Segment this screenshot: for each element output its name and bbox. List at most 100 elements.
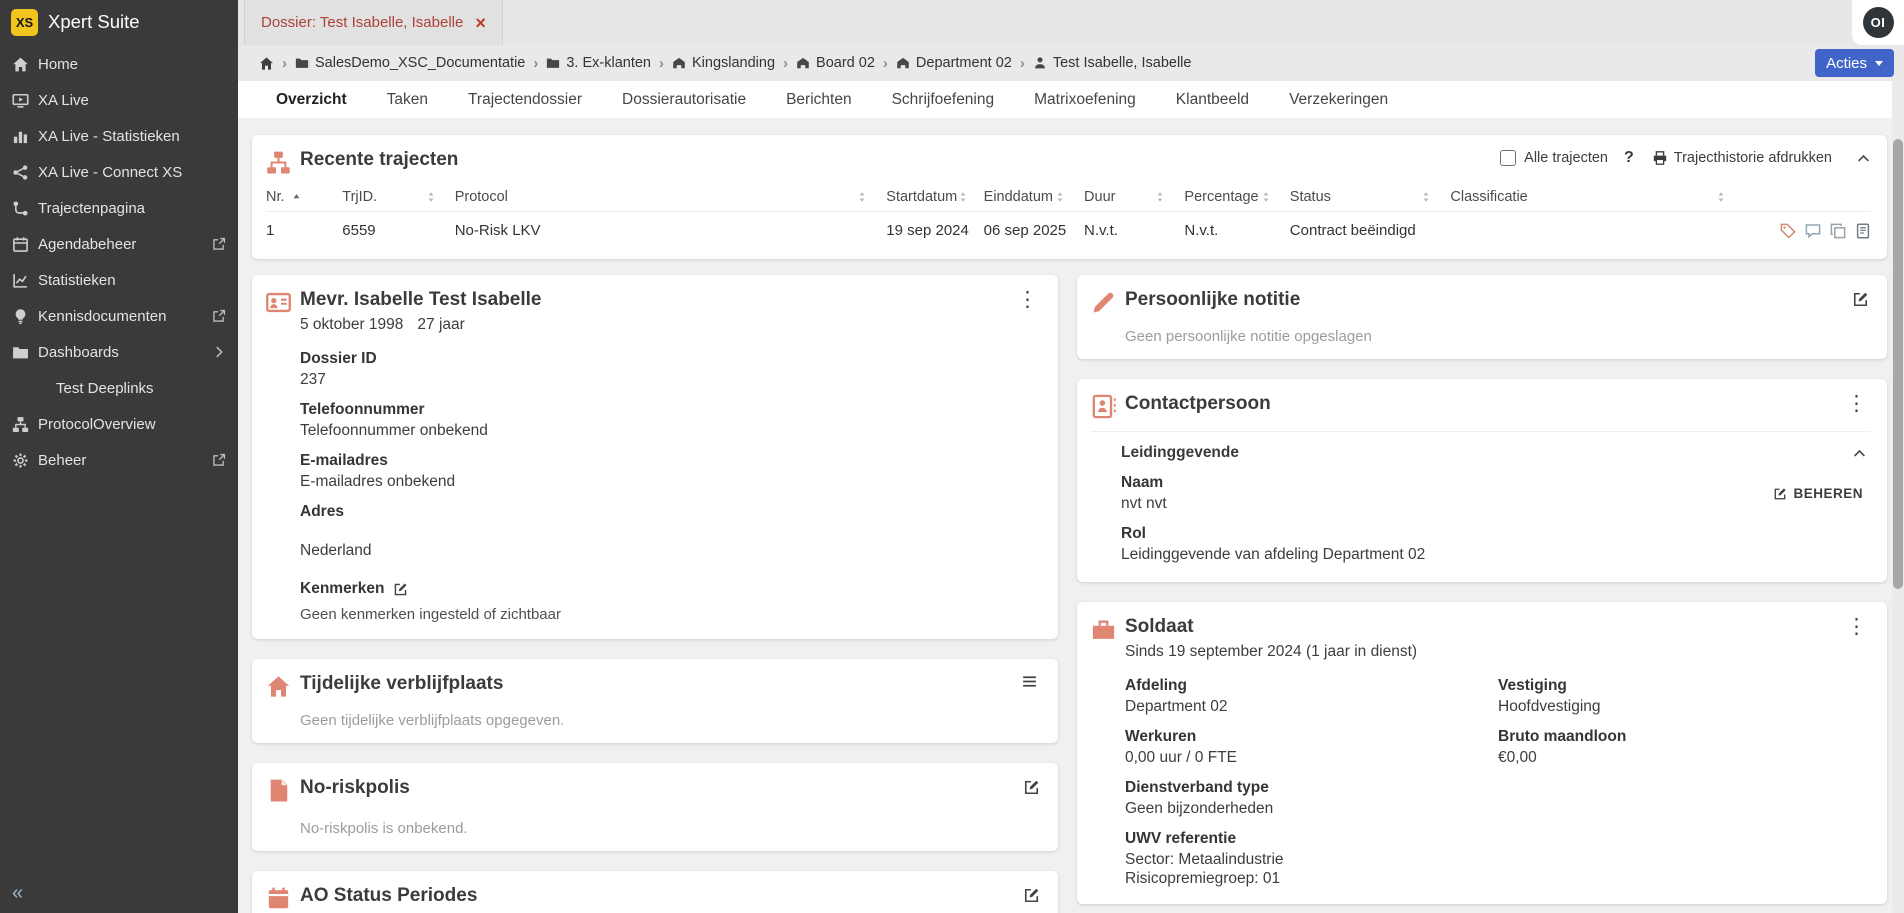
- column-header[interactable]: Classificatie: [1450, 183, 1746, 212]
- sidebar-item-xa-live[interactable]: XA Live: [0, 82, 238, 118]
- breadcrumb-item[interactable]: SalesDemo_XSC_Documentatie: [295, 55, 525, 71]
- tab-matrixoefening[interactable]: Matrixoefening: [1014, 81, 1156, 118]
- tab-trajectendossier[interactable]: Trajectendossier: [448, 81, 602, 118]
- content: Recente trajecten Alle trajecten ? Traje…: [238, 118, 1904, 913]
- column-header[interactable]: Duur: [1084, 183, 1185, 212]
- breadcrumb-item[interactable]: Department 02: [896, 55, 1012, 71]
- column-header[interactable]: Einddatum: [983, 183, 1085, 212]
- avatar[interactable]: OI: [1862, 7, 1894, 38]
- field-label: Werkuren: [1125, 728, 1197, 745]
- sort-icon: [1715, 191, 1727, 203]
- kebab-menu-button[interactable]: ⋮: [1842, 393, 1871, 414]
- house-icon: [266, 674, 291, 699]
- cell-nr: 1: [266, 222, 275, 239]
- column-header-actions: [1745, 183, 1871, 212]
- printer-icon: [1652, 150, 1668, 166]
- sidebar-item-kennisdocumenten[interactable]: Kennisdocumenten: [0, 298, 238, 334]
- external-link-icon: [212, 309, 226, 323]
- card-title: AO Status Periodes: [300, 885, 478, 906]
- sidebar-item-xa-live-connect-xs[interactable]: XA Live - Connect XS: [0, 154, 238, 190]
- tab-berichten[interactable]: Berichten: [766, 81, 871, 118]
- sidebar-item-agendabeheer[interactable]: Agendabeheer: [0, 226, 238, 262]
- tab-schrijfoefening[interactable]: Schrijfoefening: [872, 81, 1015, 118]
- org-chart-icon: [266, 150, 291, 175]
- folder-icon: [546, 56, 560, 70]
- sidebar-item-trajectenpagina[interactable]: Trajectenpagina: [0, 190, 238, 226]
- scrollbar-thumb[interactable]: [1893, 139, 1903, 589]
- document-icon: [266, 778, 291, 803]
- column-header[interactable]: Status: [1289, 183, 1451, 212]
- collapse-chevron-up-icon[interactable]: [1856, 151, 1871, 166]
- tag-icon[interactable]: [1780, 223, 1796, 239]
- sort-icon: [957, 191, 969, 203]
- breadcrumb-separator: ›: [282, 54, 287, 72]
- sidebar-item-beheer[interactable]: Beheer: [0, 442, 238, 478]
- leidinggevende-section: Leidinggevende Naam nvt nvt BEHEREN Rol …: [1091, 431, 1871, 564]
- building-icon: [796, 56, 810, 70]
- field-label: Vestiging: [1498, 677, 1567, 694]
- field-label: Dienstverband type: [1125, 779, 1269, 796]
- breadcrumb-item[interactable]: 3. Ex-klanten: [546, 55, 651, 71]
- sort-icon: [856, 191, 868, 203]
- app-window: XS Xpert Suite Home XA Live XA Live - St…: [0, 0, 1904, 913]
- breadcrumb-separator: ›: [659, 54, 664, 72]
- person-card: Mevr. Isabelle Test Isabelle 5 oktober 1…: [252, 275, 1058, 639]
- edit-icon[interactable]: [1850, 289, 1871, 310]
- comment-icon[interactable]: [1805, 223, 1821, 239]
- print-trajecthistorie-button[interactable]: Trajecthistorie afdrukken: [1652, 150, 1832, 166]
- beheren-button[interactable]: BEHEREN: [1773, 486, 1863, 501]
- journal-icon[interactable]: [1855, 223, 1871, 239]
- tab-verzekeringen[interactable]: Verzekeringen: [1269, 81, 1408, 118]
- scrollbar-track[interactable]: [1892, 81, 1904, 913]
- sidebar-item-xa-live-statistieken[interactable]: XA Live - Statistieken: [0, 118, 238, 154]
- column-header[interactable]: TrjID.: [342, 183, 455, 212]
- kebab-menu-button[interactable]: ⋮: [1842, 616, 1871, 637]
- field-label: Dossier ID: [300, 350, 377, 367]
- field-label: Rol: [1121, 525, 1146, 542]
- column-header[interactable]: Percentage: [1184, 183, 1290, 212]
- edit-icon[interactable]: [1021, 777, 1042, 798]
- cell-startdatum: 19 sep 2024: [886, 222, 969, 239]
- sidebar-item-protocoloverview[interactable]: ProtocolOverview: [0, 406, 238, 442]
- close-icon[interactable]: ×: [475, 14, 486, 32]
- route-icon: [12, 200, 29, 217]
- sidebar-item-home[interactable]: Home: [0, 46, 238, 82]
- sidebar-item-label: Agendabeheer: [38, 235, 137, 253]
- alle-trajecten-checkbox[interactable]: [1500, 150, 1517, 166]
- ao-status-periodes-card: AO Status Periodes Er zijn geen AO perio…: [252, 871, 1058, 913]
- soldaat-card: Soldaat Sinds 19 september 2024 (1 jaar …: [1077, 602, 1887, 904]
- copy-icon[interactable]: [1830, 223, 1846, 239]
- column-header[interactable]: Startdatum: [886, 183, 984, 212]
- sidebar-item-label: Statistieken: [38, 271, 116, 289]
- menu-icon[interactable]: [1017, 673, 1042, 690]
- external-link-icon: [212, 237, 226, 251]
- acties-button[interactable]: Acties: [1815, 49, 1894, 77]
- tab-overzicht[interactable]: Overzicht: [256, 81, 367, 118]
- collapse-chevron-up-icon[interactable]: [1852, 446, 1867, 461]
- trajecten-table: Nr. TrjID. Protocol Startdatum Einddatum…: [266, 183, 1871, 245]
- breadcrumb-item[interactable]: Board 02: [796, 55, 875, 71]
- edit-icon[interactable]: [1021, 885, 1042, 906]
- column-header[interactable]: Nr.: [266, 183, 343, 212]
- column-header[interactable]: Protocol: [454, 183, 887, 212]
- sidebar-item-label: XA Live - Statistieken: [38, 127, 180, 145]
- breadcrumb-item[interactable]: Kingslanding: [672, 55, 775, 71]
- sidebar-collapse-button[interactable]: «: [12, 882, 23, 905]
- tab-taken[interactable]: Taken: [367, 81, 448, 118]
- field-value: €0,00: [1498, 749, 1537, 766]
- sidebar-item-dashboards[interactable]: Dashboards: [0, 334, 238, 370]
- sidebar-item-test-deeplinks[interactable]: Test Deeplinks: [0, 370, 238, 406]
- tab-klantbeeld[interactable]: Klantbeeld: [1156, 81, 1269, 118]
- tab-dossierautorisatie[interactable]: Dossierautorisatie: [602, 81, 766, 118]
- sidebar-item-label: Home: [38, 55, 79, 73]
- breadcrumb-home-icon[interactable]: [259, 56, 274, 71]
- table-row[interactable]: 1 6559 No-Risk LKV 19 sep 2024 06 sep 20…: [266, 212, 1871, 246]
- help-icon[interactable]: ?: [1624, 149, 1634, 167]
- dossier-tab[interactable]: Dossier: Test Isabelle, Isabelle ×: [244, 0, 503, 45]
- breadcrumb-item[interactable]: Test Isabelle, Isabelle: [1033, 55, 1191, 71]
- sidebar-item-statistieken[interactable]: Statistieken: [0, 262, 238, 298]
- card-title: Recente trajecten: [300, 149, 459, 170]
- edit-icon[interactable]: [393, 582, 408, 597]
- app-logo-row[interactable]: XS Xpert Suite: [0, 0, 238, 44]
- kebab-menu-button[interactable]: ⋮: [1013, 289, 1042, 310]
